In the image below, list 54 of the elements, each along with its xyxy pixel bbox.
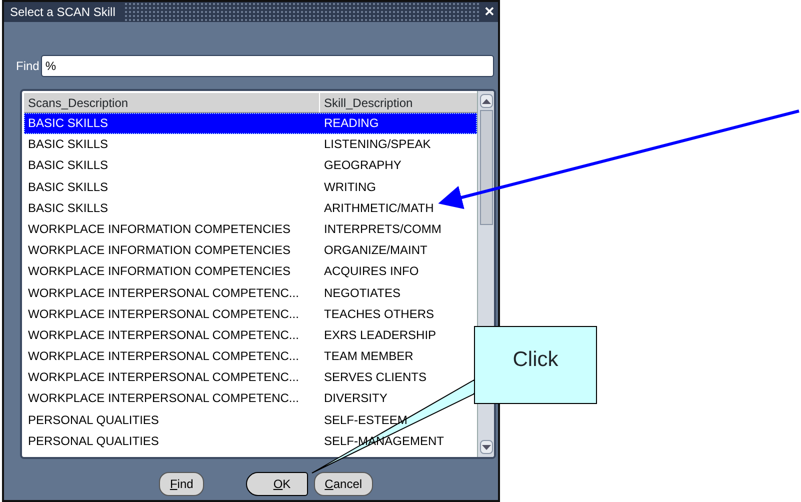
table-row[interactable]: BASIC SKILLS GEOGRAPHY [24, 155, 477, 177]
table-cell-text: BASIC SKILLS [27, 178, 110, 196]
table-row[interactable]: WORKPLACE INTERPERSONAL COMPETENC... DIVERSITY [24, 388, 477, 410]
table-cell-text: PERSONAL QUALITIES [27, 432, 160, 450]
callout-tooltip: Click [474, 326, 597, 404]
table-row[interactable]: WORKPLACE INFORMATION COMPETENCIES ORGANIZE/MAINT [24, 240, 477, 262]
table-cell-text: WORKPLACE INFORMATION COMPETENCIES [27, 220, 292, 238]
default-button[interactable]: OK [246, 472, 308, 496]
table-cell-text: WORKPLACE INTERPERSONAL COMPETENC... [27, 369, 300, 386]
dialog-button[interactable]: Find [158, 472, 204, 496]
table-cell-text: BASIC SKILLS [27, 200, 110, 217]
table-row[interactable]: BASIC SKILLS ARITHMETIC/MATH [24, 198, 477, 219]
table-cell-text: SELF-ESTEEM [323, 412, 408, 429]
table-cell-text: PERSONAL QUALITIES [27, 412, 160, 429]
table-row[interactable]: WORKPLACE INTERPERSONAL COMPETENC... SERVES CLIENTS [24, 367, 477, 388]
table-row[interactable]: BASIC SKILLS READING [24, 113, 477, 134]
table-cell-text: WORKPLACE INTERPERSONAL COMPETENC... [27, 348, 300, 366]
table-row[interactable]: WORKPLACE INTERPERSONAL COMPETENC... TEACHES OTHERS [24, 304, 477, 325]
table-cell-text: WORKPLACE INFORMATION COMPETENCIES [27, 242, 292, 260]
table-cell-text: DIVERSITY [323, 390, 388, 408]
table-cell-text: TEAM MEMBER [323, 348, 414, 366]
table-cell-text: INTERPRETS/COMM [323, 220, 442, 238]
table-cell-text: WORKPLACE INTERPERSONAL COMPETENC... [27, 284, 300, 302]
table-cell-text: SERVES CLIENTS [323, 369, 428, 386]
table-row[interactable]: WORKPLACE INTERPERSONAL COMPETENC... TEAM MEMBER [24, 346, 477, 368]
table-row[interactable]: BASIC SKILLS LISTENING/SPEAK [24, 134, 477, 156]
find-field[interactable]: % [41, 55, 494, 77]
close-button[interactable]: ✕ [481, 2, 498, 22]
table-cell-text: GEOGRAPHY [323, 157, 402, 174]
table-row[interactable]: PERSONAL QUALITIES SELF-ESTEEM [24, 410, 477, 431]
table-cell-text: WORKPLACE INTERPERSONAL COMPETENC... [27, 306, 300, 323]
table-cell-text: LISTENING/SPEAK [323, 136, 432, 154]
table-cell-text: TEACHES OTHERS [323, 306, 436, 323]
table-cell-text: WRITING [323, 178, 377, 196]
table-row[interactable]: WORKPLACE INFORMATION COMPETENCIES ACQUIRES INFO [24, 261, 477, 282]
table-cell-text: EXRS LEADERSHIP [323, 326, 438, 344]
table-cell-text: ARITHMETIC/MATH [323, 200, 435, 217]
table-row[interactable]: WORKPLACE INTERPERSONAL COMPETENC... EXRS LEADERSHIP [24, 324, 477, 346]
table-cell-text: BASIC SKILLS [27, 136, 110, 154]
table-row[interactable]: BASIC SKILLS WRITING [24, 176, 477, 198]
table-cell-text: ORGANIZE/MAINT [323, 242, 428, 260]
table-cell-text: BASIC SKILLS [27, 157, 110, 174]
table-row[interactable]: WORKPLACE INTERPERSONAL COMPETENC... NEGOTIATES [24, 282, 477, 304]
table-cell-text: NEGOTIATES [323, 284, 402, 302]
dialog-button[interactable]: Cancel [314, 472, 374, 496]
table-cell-text: READING [323, 115, 380, 132]
table-row[interactable]: WORKPLACE INFORMATION COMPETENCIES INTERPRETS/COMM [24, 218, 477, 240]
table-cell-text: WORKPLACE INFORMATION COMPETENCIES [27, 263, 292, 280]
find-label: Find [16, 58, 40, 75]
table-cell-text: ACQUIRES INFO [323, 263, 420, 280]
table-cell-text: WORKPLACE INTERPERSONAL COMPETENC... [27, 390, 300, 408]
window-title: Select a SCAN Skill [4, 2, 124, 22]
table-cell-text: WORKPLACE INTERPERSONAL COMPETENC... [27, 326, 300, 344]
table-cell-text: BASIC SKILLS [27, 115, 110, 132]
